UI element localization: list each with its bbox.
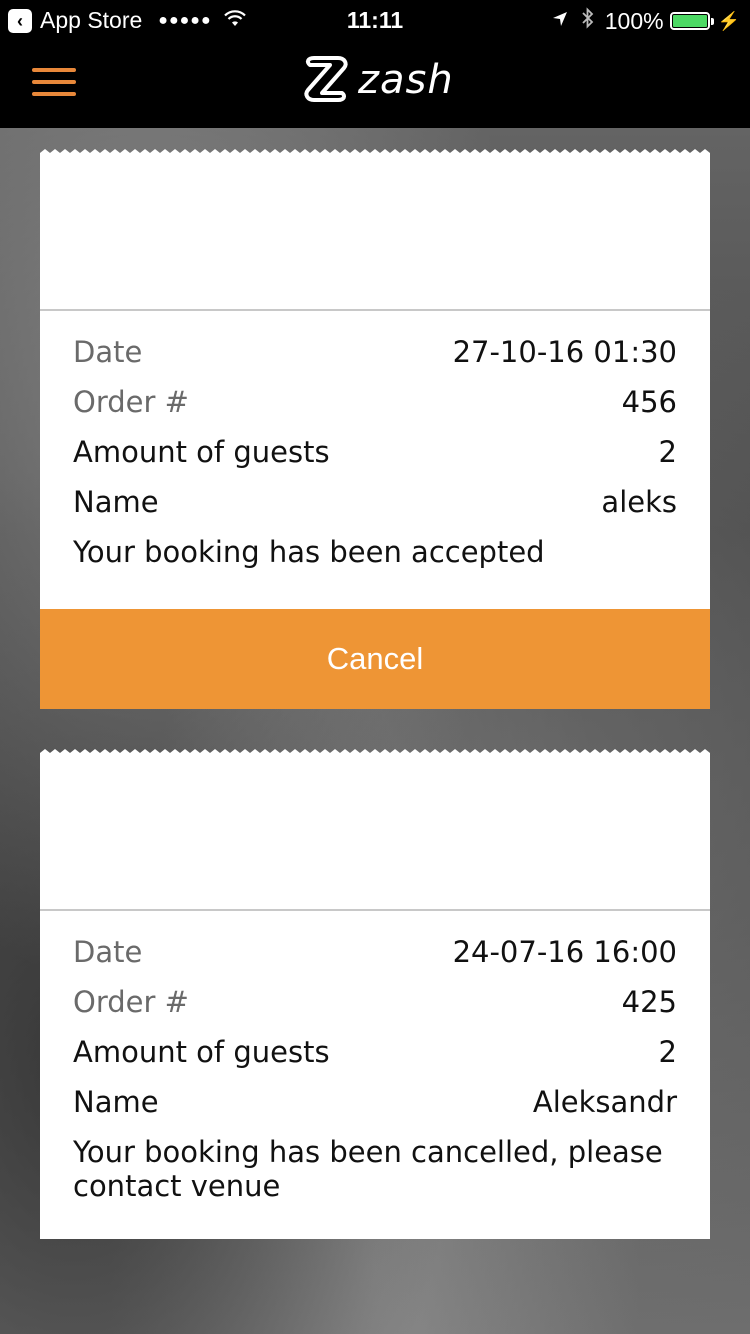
booking-card: Date 27-10-16 01:30 Order # 456 Amount o…	[40, 149, 710, 709]
detail-row-guests: Amount of guests 2	[73, 1027, 677, 1077]
status-bar: ‹ App Store ●●●●● 11:11 100% ⚡	[0, 0, 750, 40]
battery-percent: 100%	[604, 7, 664, 34]
detail-label: Name	[73, 1085, 159, 1119]
detail-value: aleks	[601, 485, 677, 519]
hamburger-menu-icon[interactable]	[32, 64, 76, 100]
booking-card: Date 24-07-16 16:00 Order # 425 Amount o…	[40, 749, 710, 1239]
top-navigation-bar: zash	[0, 40, 750, 128]
receipt-edge	[40, 149, 710, 157]
venue-image-area	[40, 155, 710, 311]
detail-label: Amount of guests	[73, 435, 330, 469]
detail-row-date: Date 27-10-16 01:30	[73, 327, 677, 377]
battery-icon	[669, 12, 714, 30]
detail-row-order: Order # 425	[73, 977, 677, 1027]
detail-label: Name	[73, 485, 159, 519]
detail-value: 456	[621, 385, 677, 419]
booking-status-message: Your booking has been accepted	[73, 535, 545, 569]
detail-label: Amount of guests	[73, 1035, 330, 1069]
detail-label: Date	[73, 335, 143, 369]
location-arrow-icon	[551, 8, 569, 34]
detail-value: 425	[621, 985, 677, 1019]
cancel-booking-button[interactable]: Cancel	[40, 609, 710, 709]
charging-bolt-icon: ⚡	[717, 10, 740, 31]
logo-wordmark: zash	[358, 57, 454, 103]
detail-row-name: Name Aleksandr	[73, 1077, 677, 1127]
detail-row-guests: Amount of guests 2	[73, 427, 677, 477]
detail-label: Order #	[73, 985, 189, 1019]
zash-logo-mark-icon	[304, 56, 348, 102]
detail-value: 24-07-16 16:00	[452, 935, 677, 969]
detail-value: 2	[658, 1035, 677, 1069]
detail-value: Aleksandr	[532, 1085, 677, 1119]
zash-logo: zash	[300, 52, 454, 108]
booking-details: Date 24-07-16 16:00 Order # 425 Amount o…	[40, 911, 710, 1127]
detail-value: 2	[658, 435, 677, 469]
detail-label: Order #	[73, 385, 189, 419]
bluetooth-icon	[581, 7, 595, 35]
detail-value: 27-10-16 01:30	[452, 335, 677, 369]
booking-details: Date 27-10-16 01:30 Order # 456 Amount o…	[40, 311, 710, 527]
detail-row-order: Order # 456	[73, 377, 677, 427]
detail-label: Date	[73, 935, 143, 969]
venue-image-area	[40, 755, 710, 911]
detail-row-date: Date 24-07-16 16:00	[73, 927, 677, 977]
detail-row-name: Name aleks	[73, 477, 677, 527]
receipt-edge	[40, 749, 710, 757]
booking-status-message: Your booking has been cancelled, please …	[73, 1135, 663, 1203]
